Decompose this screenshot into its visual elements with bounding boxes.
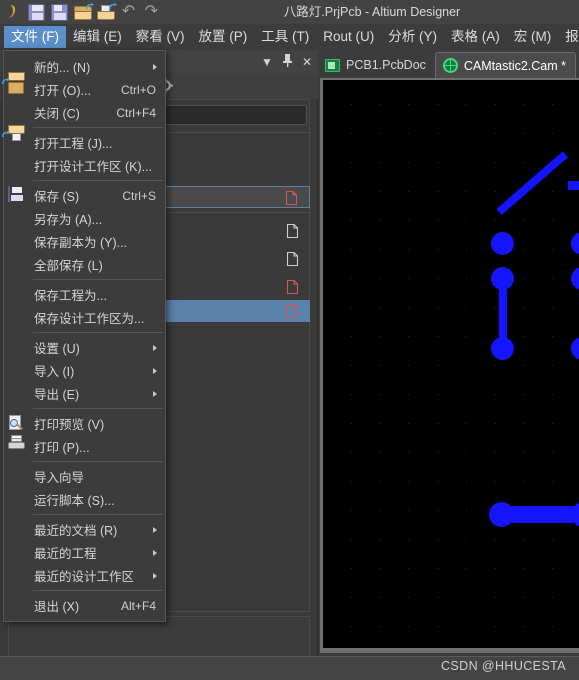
cam-document-icon (442, 58, 458, 73)
menu-route[interactable]: Rout (U) (316, 26, 381, 48)
pad (491, 232, 514, 255)
chevron-right-icon (153, 572, 157, 579)
document-icon (287, 304, 298, 318)
open-project-icon[interactable] (95, 2, 117, 22)
menu-item-save[interactable]: 保存 (S) Ctrl+S (4, 184, 165, 207)
menu-item-recent-projects[interactable]: 最近的工程 (4, 541, 165, 564)
file-menu-dropdown: 新的... (N) 打开 (O)... Ctrl+O 关闭 (C) Ctrl+F… (2, 50, 166, 622)
document-icon (287, 252, 298, 266)
quick-access-toolbar: ↶ ↷ (0, 2, 162, 22)
tab-camtastic2-cam[interactable]: CAMtastic2.Cam * (434, 52, 577, 78)
menu-bar: 文件 (F) 编辑 (E) 察看 (V) 放置 (P) 工具 (T) Rout … (0, 24, 579, 50)
chevron-right-icon (153, 344, 157, 351)
save-all-icon[interactable] (49, 2, 70, 22)
tab-label: PCB1.PcbDoc (346, 58, 426, 72)
chevron-down-icon[interactable]: ▼ (261, 56, 273, 68)
trace-horizontal-top (568, 181, 579, 190)
watermark-text: CSDN @HHUCESTA (440, 659, 566, 673)
canvas-grid (323, 80, 579, 648)
menu-item-new[interactable]: 新的... (N) (4, 55, 165, 78)
menu-item-open-workspace[interactable]: 打开设计工作区 (K)... (4, 154, 165, 177)
save-icon (8, 186, 27, 204)
menu-item-open-project[interactable]: 打开工程 (J)... (2, 125, 165, 154)
menu-file[interactable]: 文件 (F) (4, 26, 66, 48)
menu-item-print-preview[interactable]: 打印预览 (V) (4, 412, 165, 435)
chevron-right-icon (153, 526, 157, 533)
open-project-icon (2, 125, 27, 151)
pad (489, 502, 514, 527)
altium-logo-icon[interactable] (3, 2, 24, 22)
menu-analyze[interactable]: 分析 (Y) (381, 26, 444, 48)
document-icon (287, 224, 298, 238)
redo-icon[interactable]: ↷ (141, 2, 162, 22)
menu-tools[interactable]: 工具 (T) (254, 26, 316, 48)
document-icon (287, 280, 298, 294)
menu-item-export[interactable]: 导出 (E) (4, 382, 165, 405)
document-tab-strip: PCB1.PcbDoc CAMtastic2.Cam * (318, 50, 579, 78)
chevron-right-icon (153, 367, 157, 374)
menu-table[interactable]: 表格 (A) (444, 26, 507, 48)
menu-item-import[interactable]: 导入 (I) (4, 359, 165, 382)
menu-report[interactable]: 报告 (R) (558, 26, 579, 48)
menu-item-save-project-as[interactable]: 保存工程为... (4, 283, 165, 306)
pcb-document-icon (325, 58, 340, 72)
pad (491, 337, 514, 360)
menu-item-settings[interactable]: 设置 (U) (4, 336, 165, 359)
menu-item-save-all[interactable]: 全部保存 (L) (4, 253, 165, 276)
close-icon[interactable]: ✕ (302, 56, 312, 68)
tab-pcb1-pcbdoc[interactable]: PCB1.PcbDoc (318, 52, 435, 78)
undo-icon[interactable]: ↶ (118, 2, 139, 22)
chevron-right-icon (153, 390, 157, 397)
chevron-right-icon (153, 63, 157, 70)
menu-macro[interactable]: 宏 (M) (507, 26, 559, 48)
open-folder-icon[interactable] (72, 2, 94, 22)
menu-item-save-workspace-as[interactable]: 保存设计工作区为... (4, 306, 165, 329)
menu-item-exit[interactable]: 退出 (X) Alt+F4 (4, 594, 165, 617)
menu-item-print[interactable]: 打印 (P)... (4, 435, 165, 458)
menu-item-recent-workspaces[interactable]: 最近的设计工作区 (4, 564, 165, 587)
cam-editor-viewport[interactable] (320, 78, 579, 653)
menu-view[interactable]: 察看 (V) (129, 26, 192, 48)
menu-item-save-copy-as[interactable]: 保存副本为 (Y)... (4, 230, 165, 253)
chevron-right-icon (153, 549, 157, 556)
altium-designer-window: ↶ ↷ 八路灯.PrjPcb - Altium Designer 文件 (F) … (0, 0, 579, 680)
cam-canvas[interactable] (323, 80, 579, 648)
document-icon (286, 191, 297, 205)
menu-edit[interactable]: 编辑 (E) (66, 26, 129, 48)
pad (491, 267, 514, 290)
menu-place[interactable]: 放置 (P) (192, 26, 255, 48)
print-icon (8, 435, 27, 455)
menu-item-save-as[interactable]: 另存为 (A)... (4, 207, 165, 230)
print-preview-icon (8, 415, 27, 432)
open-folder-icon (2, 72, 27, 98)
menu-item-run-script[interactable]: 运行脚本 (S)... (4, 488, 165, 511)
pin-icon[interactable] (282, 54, 293, 69)
tab-label: CAMtastic2.Cam * (463, 58, 567, 73)
menu-item-recent-documents[interactable]: 最近的文档 (R) (4, 518, 165, 541)
save-icon[interactable] (26, 2, 47, 22)
menu-item-close[interactable]: 关闭 (C) Ctrl+F4 (4, 101, 165, 124)
title-bar: ↶ ↷ 八路灯.PrjPcb - Altium Designer (0, 0, 579, 24)
menu-item-open[interactable]: 打开 (O)... Ctrl+O (2, 72, 165, 101)
menu-item-import-wizard[interactable]: 导入向导 (4, 465, 165, 488)
